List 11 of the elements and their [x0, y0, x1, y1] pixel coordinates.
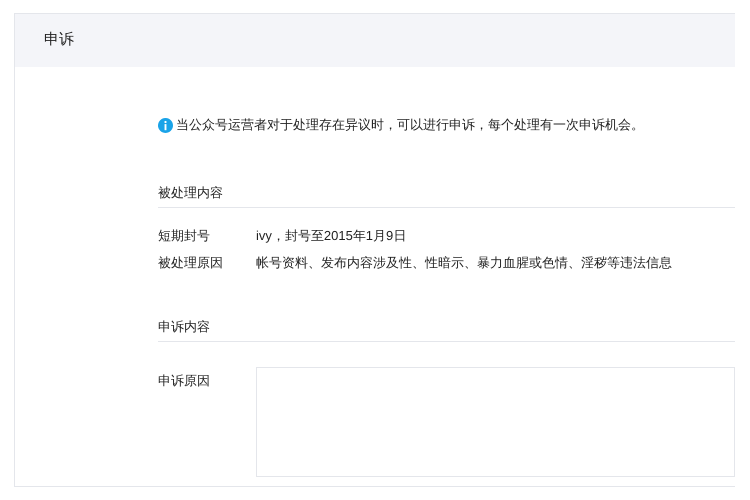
section-heading: 被处理内容 — [158, 184, 223, 202]
reason-input-field[interactable] — [256, 367, 735, 477]
panel-title: 申诉 — [44, 30, 74, 50]
field-value: 帐号资料、发布内容涉及性、性暗示、暴力血腥或色情、淫秽等违法信息 — [256, 254, 672, 272]
notice-text: 当公众号运营者对于处理存在异议时，可以进行申诉，每个处理有一次申诉机会。 — [176, 116, 644, 134]
field-label: 短期封号 — [158, 227, 211, 245]
field-label: 申诉原因 — [158, 372, 211, 390]
info-icon — [158, 118, 173, 132]
field-value: ivy，封号至2015年1月9日 — [256, 227, 406, 245]
field-label: 被处理原因 — [158, 254, 224, 272]
section-heading: 申诉内容 — [158, 318, 210, 336]
